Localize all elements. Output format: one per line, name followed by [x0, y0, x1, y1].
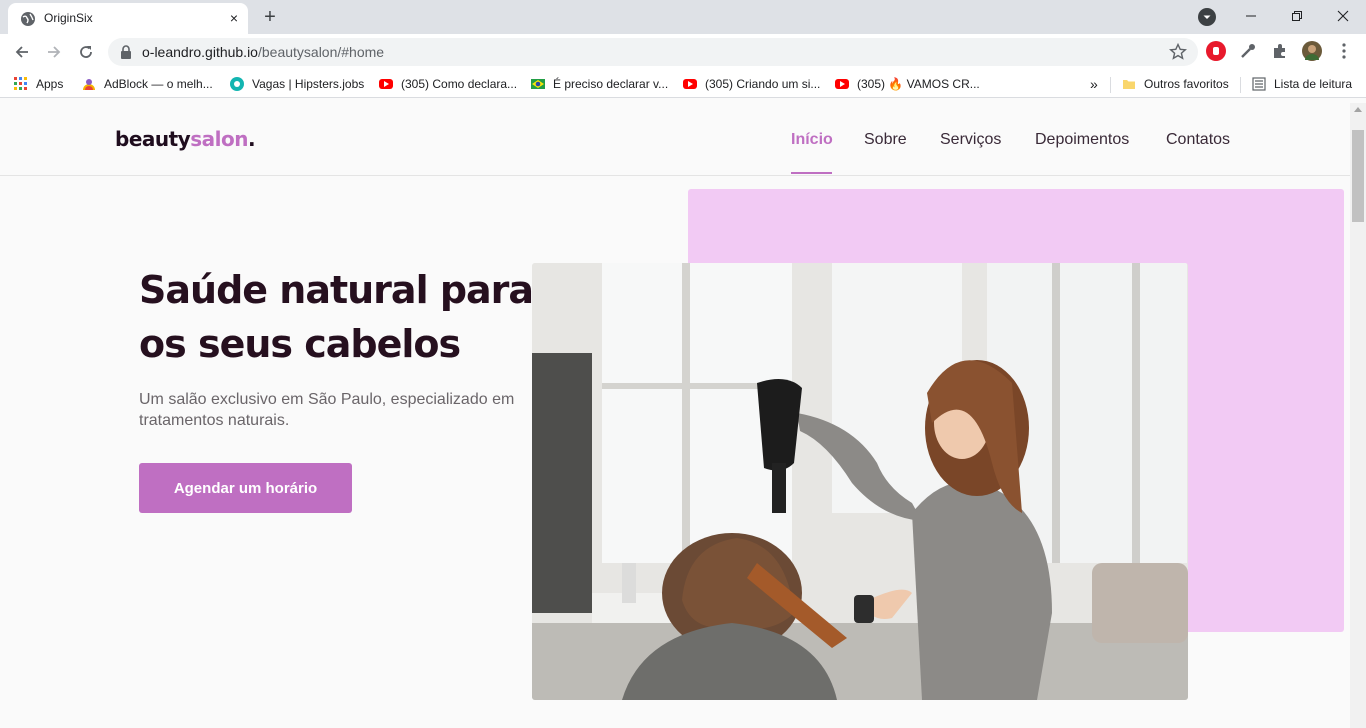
reload-button[interactable] — [74, 40, 98, 64]
bookmark-star-icon[interactable] — [1168, 42, 1188, 62]
lock-icon — [121, 45, 131, 59]
hero-image — [532, 263, 1188, 700]
bookmark-apps[interactable]: Apps — [14, 76, 63, 92]
youtube-icon — [683, 79, 697, 89]
bookmark-youtube-3[interactable]: (305) 🔥 VAMOS CR... — [835, 76, 980, 92]
folder-icon — [1123, 80, 1135, 89]
bookmark-label: (305) Criando um si... — [705, 77, 821, 91]
bookmarks-overflow-button[interactable]: » — [1090, 76, 1098, 92]
hero-title: Saúde natural para os seus cabelos — [139, 268, 534, 366]
browser-tab[interactable]: OriginSix × — [8, 3, 248, 34]
browser-toolbar: o-leandro.github.io/beautysalon/#home — [0, 34, 1366, 70]
nav-servicos[interactable]: Serviços — [940, 131, 1001, 149]
bookmark-label: Lista de leitura — [1274, 77, 1353, 91]
bookmark-label: (305) 🔥 VAMOS CR... — [857, 77, 980, 91]
reload-icon — [80, 46, 92, 58]
schedule-button[interactable]: Agendar um horário — [139, 463, 352, 513]
hero-description: Um salão exclusivo em São Paulo, especia… — [139, 391, 515, 429]
bookmark-label: Vagas | Hipsters.jobs — [252, 77, 365, 91]
close-window-button[interactable] — [1320, 0, 1366, 32]
bookmark-label: (305) Como declara... — [401, 77, 518, 91]
bookmark-label: AdBlock — o melh... — [104, 77, 213, 91]
globe-icon — [21, 12, 35, 26]
bookmark-label: Outros favoritos — [1144, 77, 1229, 91]
bookmark-brazil[interactable]: É preciso declarar v... — [531, 76, 668, 92]
page-viewport: beautysalon. Início Sobre Serviços Depoi… — [0, 103, 1350, 728]
bookmark-hipsters[interactable]: Vagas | Hipsters.jobs — [230, 76, 364, 92]
url-path: /beautysalon/#home — [257, 44, 385, 60]
eyedropper-extension-icon[interactable] — [1238, 41, 1258, 61]
tab-search-icon[interactable] — [1198, 8, 1216, 26]
apps-grid-icon — [14, 77, 27, 90]
minimize-button[interactable] — [1228, 0, 1274, 32]
bookmark-youtube-1[interactable]: (305) Como declara... — [379, 76, 517, 92]
bookmark-label: É preciso declarar v... — [553, 77, 669, 91]
restore-button[interactable] — [1274, 0, 1320, 32]
bookmark-youtube-2[interactable]: (305) Criando um si... — [683, 76, 820, 92]
bookmark-label: Apps — [36, 77, 64, 91]
bookmark-adblock[interactable]: AdBlock — o melh... — [82, 76, 213, 92]
scrollbar-thumb[interactable] — [1352, 130, 1364, 222]
logo-accent: salon — [190, 127, 248, 151]
url-host: o-leandro.github.io — [142, 44, 258, 60]
site-logo[interactable]: beautysalon. — [115, 127, 256, 151]
tab-strip: OriginSix × + — [0, 0, 1366, 34]
kebab-menu-icon[interactable] — [1334, 41, 1354, 61]
profile-avatar[interactable] — [1302, 41, 1322, 61]
nav-sobre[interactable]: Sobre — [864, 131, 907, 149]
tab-title: OriginSix — [44, 11, 93, 25]
bookmarks-divider — [1110, 77, 1111, 93]
reading-list-button[interactable]: Lista de leitura — [1252, 76, 1352, 92]
nav-contatos[interactable]: Contatos — [1166, 131, 1230, 149]
page-scrollbar[interactable] — [1350, 103, 1366, 728]
new-tab-button[interactable]: + — [258, 6, 282, 28]
forward-button[interactable] — [42, 40, 66, 64]
bookmark-other-favorites[interactable]: Outros favoritos — [1122, 76, 1229, 92]
adblock-icon — [83, 79, 95, 90]
arrow-left-icon — [15, 46, 28, 58]
logo-main: beauty — [115, 127, 191, 151]
youtube-icon — [379, 79, 393, 89]
puzzle-extensions-icon[interactable] — [1270, 41, 1290, 61]
close-tab-icon[interactable]: × — [226, 10, 242, 26]
nav-depoimentos[interactable]: Depoimentos — [1035, 131, 1129, 149]
scroll-up-arrow-icon[interactable] — [1354, 107, 1362, 112]
url-text: o-leandro.github.io/beautysalon/#home — [142, 44, 384, 60]
address-bar[interactable]: o-leandro.github.io/beautysalon/#home — [108, 38, 1198, 66]
back-button[interactable] — [10, 40, 34, 64]
nav-inicio[interactable]: Início — [791, 131, 833, 149]
salon-photo-illustration — [532, 263, 1188, 700]
active-nav-indicator — [791, 172, 832, 174]
logo-dot: . — [247, 127, 256, 151]
brazil-flag-icon — [531, 79, 545, 89]
hipsters-icon — [230, 77, 244, 91]
youtube-icon — [835, 79, 849, 89]
adblock-extension-icon[interactable] — [1206, 41, 1226, 61]
bookmarks-bar: Apps AdBlock — o melh... Vagas | Hipster… — [0, 70, 1366, 98]
bookmarks-divider — [1240, 77, 1241, 93]
arrow-right-icon — [48, 46, 61, 58]
reading-list-icon — [1252, 77, 1266, 91]
site-header: beautysalon. Início Sobre Serviços Depoi… — [0, 103, 1350, 176]
